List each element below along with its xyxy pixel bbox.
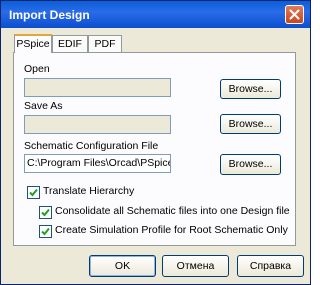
open-browse-button[interactable]: Browse... <box>220 79 281 99</box>
tab-pdf[interactable]: PDF <box>88 35 122 52</box>
open-field[interactable] <box>24 78 171 97</box>
help-button[interactable]: Справка <box>237 255 304 277</box>
cancel-button[interactable]: Отмена <box>162 255 229 277</box>
checkmark-icon <box>41 227 50 236</box>
consolidate-label: Consolidate all Schematic files into one… <box>55 205 290 217</box>
tab-edif[interactable]: EDIF <box>52 35 88 52</box>
import-design-dialog: Import Design PSpice EDIF PDF Open Brows… <box>0 0 311 285</box>
translate-hierarchy-label: Translate Hierarchy <box>43 185 135 197</box>
close-icon <box>289 9 300 20</box>
title-bar: Import Design <box>1 1 310 28</box>
checkmark-icon <box>41 208 50 217</box>
save-as-label: Save As <box>24 100 63 112</box>
checkmark-icon <box>29 188 38 197</box>
tab-pspice[interactable]: PSpice <box>14 34 52 53</box>
save-as-browse-button[interactable]: Browse... <box>220 114 281 134</box>
schematic-config-label: Schematic Configuration File <box>24 140 159 152</box>
pspice-tab-panel: Open Browse... Save As Browse... Schemat… <box>13 52 296 246</box>
schematic-config-field[interactable]: C:\Program Files\Orcad\PSpice\ <box>24 154 171 173</box>
close-button[interactable] <box>285 5 304 24</box>
ok-button[interactable]: OK <box>89 255 156 277</box>
checkbox-box[interactable] <box>39 225 52 238</box>
checkbox-box[interactable] <box>27 186 40 199</box>
checkbox-box[interactable] <box>39 206 52 219</box>
schematic-config-browse-button[interactable]: Browse... <box>220 154 281 175</box>
simulation-profile-label: Create Simulation Profile for Root Schem… <box>55 224 288 236</box>
save-as-field[interactable] <box>24 115 171 134</box>
window-title: Import Design <box>9 8 90 22</box>
open-label: Open <box>24 63 50 75</box>
